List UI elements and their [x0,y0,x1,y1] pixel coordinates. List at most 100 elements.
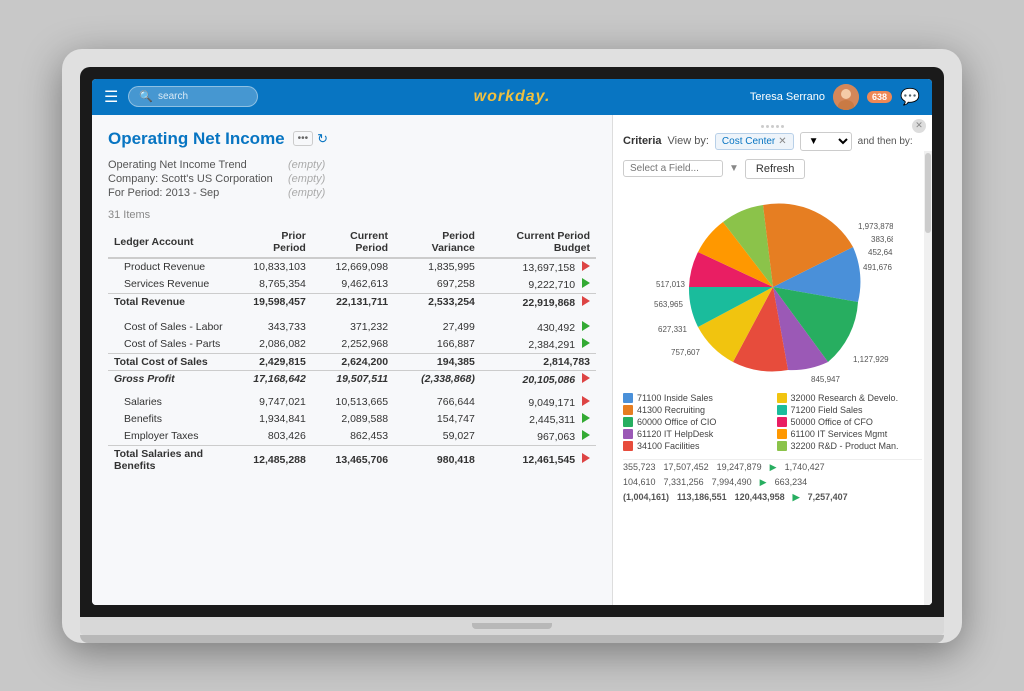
budget: 12,461,545 [481,445,596,474]
val1: (1,004,161) [623,492,669,503]
account-name: Total Salaries and Benefits [108,445,241,474]
flag-icon [582,261,590,271]
flag-icon [582,396,590,406]
avatar[interactable] [833,84,859,110]
variance: 166,887 [394,336,481,354]
current-period: 2,252,968 [312,336,394,354]
budget: 20,105,086 [481,370,596,391]
dot [776,125,779,128]
total-row-cost-of-sales: Total Cost of Sales 2,429,815 2,624,200 … [108,353,596,370]
prior-period: 2,086,082 [241,336,312,354]
page-title-row: Operating Net Income ••• ↻ [108,129,596,149]
search-box[interactable]: 🔍 search [128,86,258,107]
criteria-dropdown[interactable]: ▼ [800,132,852,151]
meta-value-0: (empty) [288,159,325,171]
bottom-row-3: (1,004,161) 113,186,551 120,443,958 ▶ 7,… [623,490,922,505]
prior-period: 8,765,354 [241,276,312,294]
account-name: Total Cost of Sales [108,353,241,370]
label-845947: 845,947 [811,375,840,384]
metadata-grid: Operating Net Income Trend (empty) Compa… [108,159,596,199]
total-row-salaries: Total Salaries and Benefits 12,485,288 1… [108,445,596,474]
table-row: Benefits 1,934,841 2,089,588 154,747 2,4… [108,411,596,428]
prior-period: 9,747,021 [241,391,312,411]
notification-badge[interactable]: 638 [867,91,892,103]
current-period: 12,669,098 [312,258,394,276]
label-1973878: 1,973,878 [858,222,893,231]
legend-color [777,429,787,439]
label-517013: 517,013 [656,280,685,289]
view-by-label: View by: [668,135,709,147]
account-name: Total Revenue [108,293,241,315]
prior-period: 343,733 [241,315,312,336]
budget: 2,445,311 [481,411,596,428]
current-period: 19,507,511 [312,370,394,391]
legend-color [777,405,787,415]
chat-icon[interactable]: 💬 [900,87,920,107]
meta-value-1: (empty) [288,173,325,185]
chart-legend: 71100 Inside Sales 32000 Research & Deve… [623,393,922,451]
table-row: Salaries 9,747,021 10,513,665 766,644 9,… [108,391,596,411]
val3: 19,247,879 [717,462,762,473]
legend-color [623,405,633,415]
select-field-input[interactable] [623,160,723,177]
variance: 194,385 [394,353,481,370]
variance: 27,499 [394,315,481,336]
user-name: Teresa Serrano [750,91,825,103]
flag: ▶ [770,462,777,473]
dropdown-arrow[interactable]: ▼ [729,163,739,174]
legend-item: 32200 R&D - Product Man. [777,441,923,451]
cost-center-tag[interactable]: Cost Center ✕ [715,133,794,150]
label-627331: 627,331 [658,325,687,334]
legend-item: 50000 Office of CFO [777,417,923,427]
meta-label-2: For Period: 2013 - Sep [108,187,288,199]
laptop-notch [472,623,552,629]
label-563965: 563,965 [654,300,683,309]
budget: 22,919,868 [481,293,596,315]
close-panel-button[interactable]: ✕ [912,119,926,133]
val1: 104,610 [623,477,656,488]
current-period: 22,131,711 [312,293,394,315]
remove-tag-icon[interactable]: ✕ [778,136,786,147]
account-name: Product Revenue [108,258,241,276]
ellipsis-button[interactable]: ••• [293,131,314,146]
label-757607: 757,607 [671,348,700,357]
val1: 355,723 [623,462,656,473]
current-period: 2,624,200 [312,353,394,370]
label-452642: 452,642 [868,248,893,257]
variance: (2,338,868) [394,370,481,391]
val2: 17,507,452 [664,462,709,473]
legend-item: 61100 IT Services Mgmt [777,429,923,439]
legend-color [623,429,633,439]
val3: 120,443,958 [735,492,785,503]
val4: 663,234 [775,477,808,488]
laptop-container: ☰ 🔍 search workday. Teresa Serrano [62,49,962,643]
and-then-by-label: and then by: [858,136,913,147]
menu-icon[interactable]: ☰ [104,87,118,107]
dot [781,125,784,128]
chart-panel: ✕ Criteria View by: [612,115,932,605]
gross-profit-row: Gross Profit 17,168,642 19,507,511 (2,33… [108,370,596,391]
refresh-icon[interactable]: ↻ [317,131,328,147]
meta-label-0: Operating Net Income Trend [108,159,288,171]
flag-icon [582,413,590,423]
current-period: 371,232 [312,315,394,336]
search-icon: 🔍 [139,90,153,103]
legend-label: 61120 IT HelpDesk [637,429,713,439]
field-select-row: ▼ Refresh [623,159,922,179]
legend-label: 71100 Inside Sales [637,393,713,403]
app-header: ☰ 🔍 search workday. Teresa Serrano [92,79,932,115]
laptop-base [80,617,944,635]
flag-icon [582,338,590,348]
laptop-bottom [80,635,944,643]
bottom-row-2: 104,610 7,331,256 7,994,490 ▶ 663,234 [623,475,922,490]
flag-icon [582,453,590,463]
prior-period: 2,429,815 [241,353,312,370]
scroll-bar[interactable] [924,151,932,605]
prior-period: 19,598,457 [241,293,312,315]
legend-color [623,441,633,451]
legend-label: 71200 Field Sales [791,405,863,415]
refresh-button[interactable]: Refresh [745,159,806,179]
screen: ☰ 🔍 search workday. Teresa Serrano [92,79,932,605]
user-area: Teresa Serrano 638 💬 [750,84,920,110]
meta-row-0: Operating Net Income Trend (empty) [108,159,596,171]
